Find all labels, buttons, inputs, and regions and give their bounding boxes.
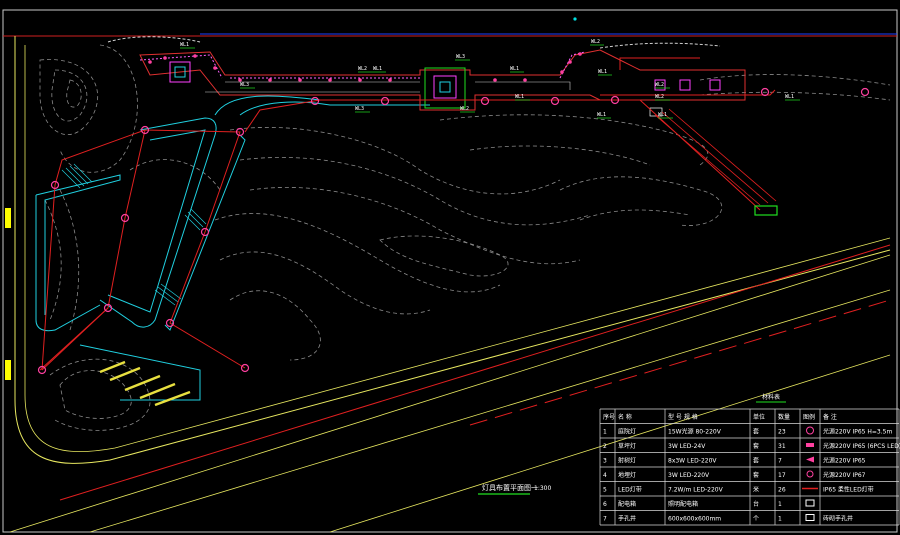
plan-scale: 1:300 (534, 485, 551, 492)
table-cell: 3W LED-220V (668, 472, 710, 479)
table-cell: 31 (778, 443, 786, 450)
legend-symbol (805, 499, 815, 507)
table-cell: IP65 柔性LED灯带 (823, 486, 874, 494)
wl-tag: WL1 (785, 94, 794, 100)
wl-tag: WL1 (658, 112, 667, 118)
table-cell: 1 (778, 501, 782, 508)
cable-trench (654, 108, 777, 206)
table-cell: 名 称 (618, 413, 632, 421)
paths (35, 95, 430, 401)
table-cell: 23 (778, 429, 786, 436)
table-cell: 套 (753, 442, 759, 450)
distribution-box (754, 205, 778, 216)
legend-title: 材料表 (762, 393, 780, 401)
legend-symbol (806, 426, 814, 435)
wl-tag: WL1 (598, 69, 607, 75)
table-cell: 备 注 (823, 413, 837, 421)
table-cell: 个 (753, 516, 759, 523)
table-cell: 26 (778, 487, 786, 494)
legend-symbol (805, 514, 815, 521)
table-cell: 米 (753, 486, 759, 494)
top-plaza (107, 36, 746, 117)
wl-tag: WL2 (358, 66, 367, 72)
wl-tag: WL1 (510, 66, 519, 72)
table-cell: 手孔井 (618, 515, 636, 523)
table-cell: 1 (603, 429, 607, 436)
table-cell: 射树灯 (618, 457, 636, 465)
legend-symbol (806, 470, 814, 478)
wl-tag: WL1 (597, 112, 606, 118)
light-fixtures (37, 87, 870, 375)
legend-symbol (806, 443, 814, 447)
table-cell: 型 号 规 格 (668, 413, 698, 421)
table-cell: 地埋灯 (618, 471, 636, 479)
table-cell: 3 (603, 458, 607, 465)
wl-tag: WL2 (591, 39, 600, 45)
wl-tag: WL1 (180, 42, 189, 48)
table-cell: 光源220V IP65 (6PCS LED) (823, 442, 900, 450)
wl-tag: WL3 (456, 54, 465, 60)
wl-tag: WL1 (373, 66, 382, 72)
table-cell: 数量 (778, 413, 790, 421)
left-marker-top (5, 208, 11, 228)
table-cell: 图例 (803, 413, 815, 421)
table-cell: 套 (753, 428, 759, 436)
parking-marks (99, 360, 191, 407)
table-cell: 600x600x600mm (668, 516, 721, 523)
table-cell: 15W光源 80-220V (668, 428, 722, 436)
table-cell: 套 (753, 471, 759, 479)
material-legend-table: 材料表 序号名 称 型 号 规 格 单位 数量 图例备 注 1 庭院灯 15W光源 80-22… (599, 393, 900, 526)
table-cell: 套 (753, 457, 759, 465)
wl-tag: WL2 (460, 106, 469, 112)
table-cell: 7 (778, 458, 782, 465)
table-cell: 8x3W LED-220V (668, 458, 717, 465)
cyan-marker (573, 17, 577, 21)
table-cell: 光源220V IP65 H=3.5m (823, 428, 892, 436)
plan-title: 灯具布置平面图一 (482, 483, 538, 492)
wl-tags: WL1 WL2 WL1 WL3 WL1 WL2 WL1 WL2 WL1 WL2 … (180, 39, 800, 119)
table-cell: 7 (603, 516, 607, 523)
legend-symbol (806, 456, 814, 463)
wl-tag: WL2 (655, 94, 664, 100)
table-cell: 庭院灯 (618, 428, 636, 436)
table-cell: LED灯带 (618, 486, 642, 494)
table-cell: 17 (778, 472, 786, 479)
planting-beds (139, 51, 586, 79)
table-cell: 光源220V IP65 (823, 457, 866, 465)
stairs (61, 163, 207, 306)
table-cell: 砖砌手孔井 (823, 515, 853, 523)
table-cell: 2 (603, 443, 607, 450)
wl-tag: WL2 (655, 82, 664, 88)
table-cell: 序号 (603, 413, 615, 421)
table-cell: 3W LED-24V (668, 443, 706, 450)
table-cell: 7.2W/m LED-220V (668, 487, 724, 494)
table-cell: 4 (603, 472, 607, 479)
table-cell: 光源220V IP67 (823, 471, 866, 479)
table-cell: 台 (753, 500, 759, 508)
cad-drawing-canvas: WL1 WL2 WL1 WL3 WL1 WL2 WL1 WL2 WL1 WL2 … (2, 9, 900, 533)
table-cell: 配电箱 (618, 500, 636, 508)
table-cell: 单位 (753, 413, 765, 421)
table-cell: 1 (778, 516, 782, 523)
table-cell: 照明配电箱 (668, 500, 698, 508)
plan-title-block: 灯具布置平面图一 1:300 (478, 483, 551, 495)
table-cell: 5 (603, 487, 607, 494)
wl-tag: WL3 (240, 82, 249, 88)
table-cell: 6 (603, 501, 607, 508)
wl-tag: WL1 (515, 94, 524, 100)
left-marker-bottom (5, 360, 11, 380)
table-cell: 草坪灯 (618, 442, 636, 450)
wl-tag: WL3 (355, 106, 364, 112)
